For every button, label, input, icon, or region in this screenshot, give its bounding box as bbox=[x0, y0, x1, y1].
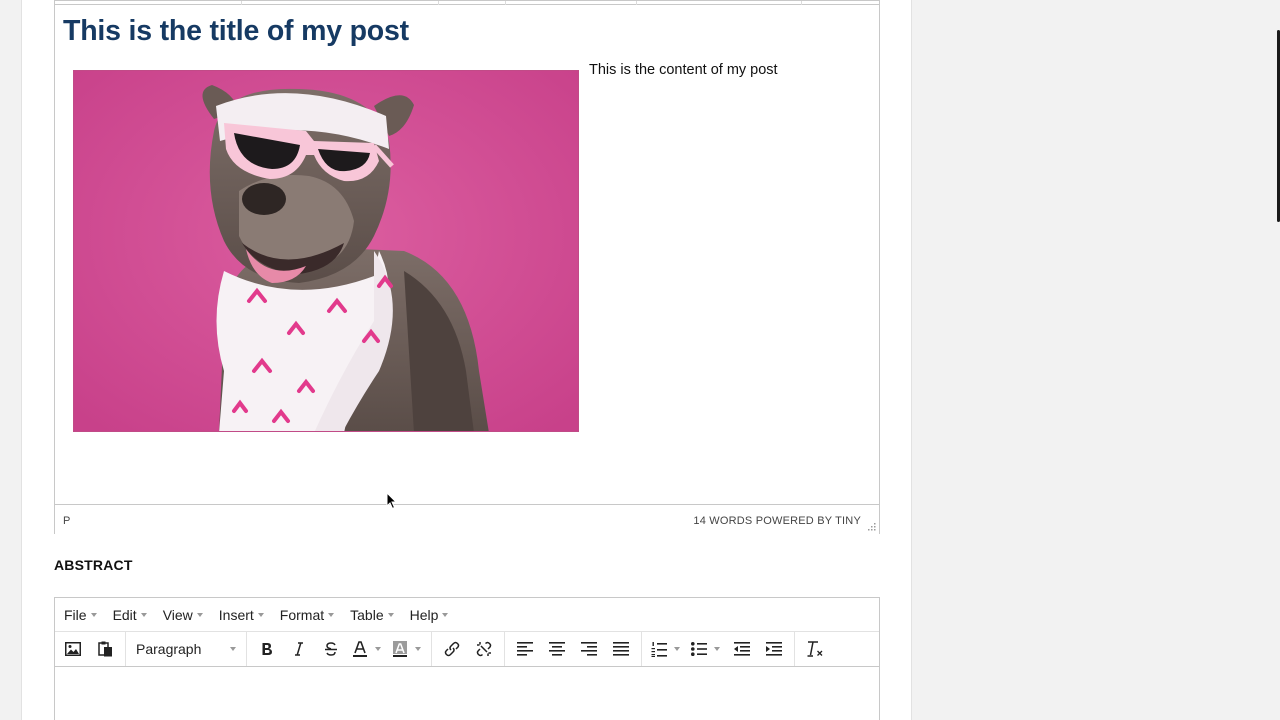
caret-down-icon bbox=[90, 612, 97, 617]
word-count: 14 WORDS POWERED BY TINY bbox=[693, 515, 861, 527]
justify-button[interactable] bbox=[605, 635, 637, 663]
clear-group bbox=[795, 632, 835, 666]
clear-formatting-button[interactable] bbox=[799, 635, 831, 663]
bulleted-list-button[interactable] bbox=[686, 635, 726, 663]
caret-down-icon bbox=[387, 612, 394, 617]
numbered-list-button[interactable] bbox=[646, 635, 686, 663]
strikethrough-button[interactable] bbox=[315, 635, 347, 663]
alignment-group bbox=[505, 632, 642, 666]
highlight-icon bbox=[393, 641, 407, 657]
text-color-apply[interactable] bbox=[347, 635, 373, 663]
menu-format-label: Format bbox=[279, 606, 325, 623]
menu-format[interactable]: Format bbox=[279, 606, 335, 623]
abstract-editor-body[interactable] bbox=[55, 667, 879, 720]
insert-group bbox=[55, 632, 126, 666]
text-style-group bbox=[247, 632, 432, 666]
abstract-editor[interactable]: File Edit View Insert Format Table Help … bbox=[54, 597, 880, 720]
unlink-icon bbox=[476, 641, 492, 657]
menu-table-label: Table bbox=[350, 606, 384, 623]
word-count-value: 14 WORDS bbox=[693, 515, 753, 527]
unlink-button[interactable] bbox=[468, 635, 500, 663]
format-select-group: Paragraph bbox=[126, 632, 247, 666]
clear-formatting-icon bbox=[807, 641, 823, 657]
menu-view[interactable]: View bbox=[163, 607, 203, 623]
format-select[interactable]: Paragraph bbox=[130, 641, 242, 657]
content-editor[interactable]: This is the title of my post This is the… bbox=[54, 0, 880, 534]
align-right-icon bbox=[581, 642, 597, 656]
powered-by-link[interactable]: POWERED BY TINY bbox=[756, 515, 861, 527]
caret-down-icon[interactable] bbox=[674, 647, 680, 651]
menu-edit[interactable]: Edit bbox=[113, 607, 147, 623]
highlight-button[interactable] bbox=[387, 635, 427, 663]
editor-status-bar: P 14 WORDS POWERED BY TINY bbox=[55, 504, 879, 534]
abstract-heading: ABSTRACT bbox=[54, 557, 133, 573]
insert-image-button[interactable] bbox=[57, 635, 89, 663]
abstract-toolbar: Paragraph bbox=[55, 632, 879, 667]
indent-icon bbox=[766, 642, 782, 656]
dog-photo-graphic bbox=[74, 71, 578, 431]
caret-down-icon bbox=[196, 612, 203, 617]
caret-down-icon bbox=[328, 612, 335, 617]
menu-insert-label: Insert bbox=[218, 606, 254, 623]
caret-down-icon bbox=[442, 612, 449, 617]
bulleted-list-apply[interactable] bbox=[686, 635, 712, 663]
post-content[interactable]: This is the content of my post bbox=[589, 62, 778, 78]
menu-help[interactable]: Help bbox=[410, 607, 449, 623]
text-color-icon bbox=[353, 641, 367, 657]
element-path[interactable]: P bbox=[63, 515, 70, 527]
caret-down-icon bbox=[230, 647, 236, 651]
bold-icon bbox=[262, 643, 272, 655]
post-title[interactable]: This is the title of my post bbox=[63, 15, 409, 48]
menu-help-label: Help bbox=[409, 606, 439, 623]
align-right-button[interactable] bbox=[573, 635, 605, 663]
image-icon bbox=[65, 642, 81, 656]
toolbar-edge bbox=[55, 1, 879, 5]
caret-down-icon bbox=[140, 612, 147, 617]
list-group bbox=[642, 632, 795, 666]
bold-button[interactable] bbox=[251, 635, 283, 663]
bulleted-list-icon bbox=[691, 642, 707, 656]
menu-insert[interactable]: Insert bbox=[219, 607, 264, 623]
caret-down-icon[interactable] bbox=[375, 647, 381, 651]
link-group bbox=[432, 632, 505, 666]
align-left-icon bbox=[517, 642, 533, 656]
menu-file[interactable]: File bbox=[64, 607, 97, 623]
outdent-button[interactable] bbox=[726, 635, 758, 663]
paste-icon bbox=[97, 641, 112, 657]
menu-view-label: View bbox=[162, 606, 193, 623]
numbered-list-icon bbox=[651, 641, 667, 657]
caret-down-icon[interactable] bbox=[415, 647, 421, 651]
align-center-button[interactable] bbox=[541, 635, 573, 663]
menu-table[interactable]: Table bbox=[350, 606, 394, 623]
resize-handle-icon[interactable] bbox=[868, 523, 876, 531]
justify-icon bbox=[613, 642, 629, 656]
indent-button[interactable] bbox=[758, 635, 790, 663]
text-color-button[interactable] bbox=[347, 635, 387, 663]
format-select-value: Paragraph bbox=[136, 641, 202, 657]
italic-icon bbox=[295, 642, 303, 656]
italic-button[interactable] bbox=[283, 635, 315, 663]
mouse-cursor-icon bbox=[386, 492, 398, 510]
post-image[interactable] bbox=[73, 70, 579, 432]
abstract-menubar: File Edit View Insert Format Table Help bbox=[55, 598, 879, 632]
align-center-icon bbox=[549, 642, 565, 656]
align-left-button[interactable] bbox=[509, 635, 541, 663]
highlight-apply[interactable] bbox=[387, 635, 413, 663]
caret-down-icon[interactable] bbox=[714, 647, 720, 651]
paste-button[interactable] bbox=[89, 635, 121, 663]
link-icon bbox=[444, 641, 460, 657]
numbered-list-apply[interactable] bbox=[646, 635, 672, 663]
menu-file-label: File bbox=[64, 606, 87, 623]
link-button[interactable] bbox=[436, 635, 468, 663]
caret-down-icon bbox=[257, 612, 264, 617]
strikethrough-icon bbox=[325, 642, 337, 656]
outdent-icon bbox=[734, 642, 750, 656]
menu-edit-label: Edit bbox=[112, 606, 137, 623]
